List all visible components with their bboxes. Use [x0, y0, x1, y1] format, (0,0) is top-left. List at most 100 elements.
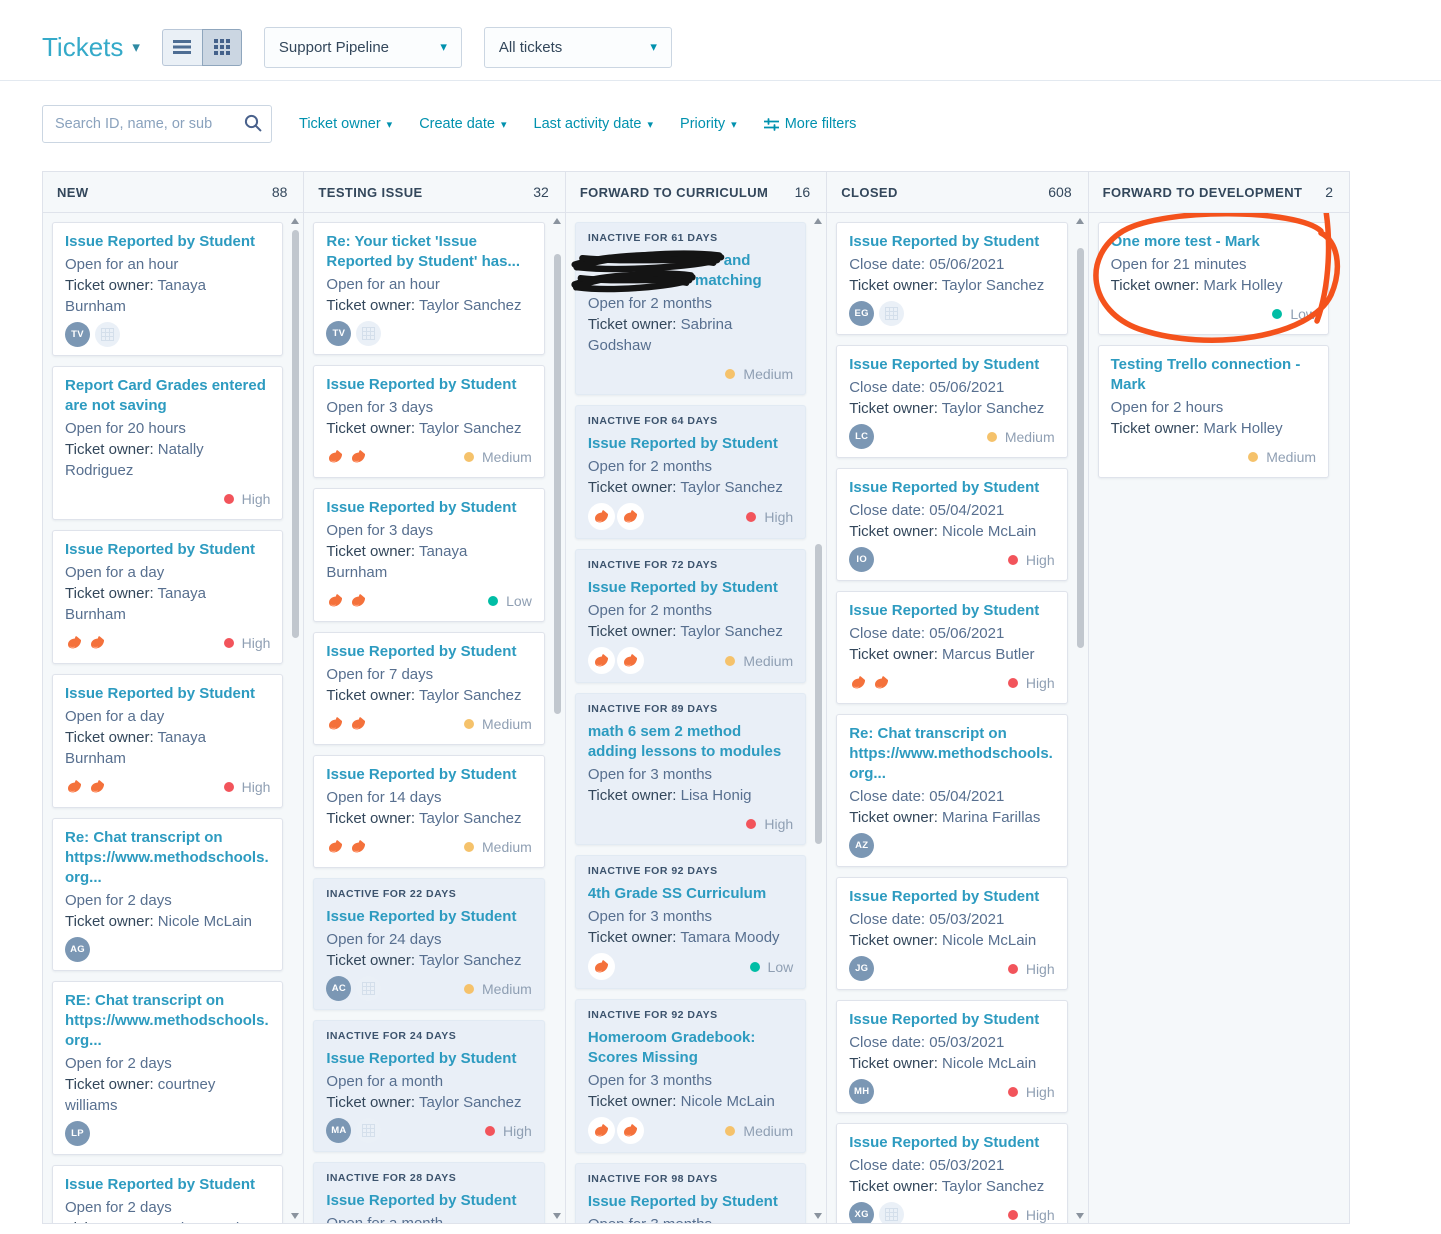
ticket-card[interactable]: Re: Your ticket 'Issue Reported by Stude…	[313, 222, 544, 355]
ticket-card[interactable]: INACTIVE FOR 61 DAYS and matchingOpen fo…	[575, 222, 806, 395]
ticket-title-link[interactable]: Issue Reported by Student	[65, 540, 270, 560]
ticket-title-link[interactable]: Issue Reported by Student	[849, 478, 1054, 498]
ticket-card[interactable]: Issue Reported by StudentOpen for 14 day…	[313, 755, 544, 868]
ticket-title-link[interactable]: math 6 sem 2 method adding lessons to mo…	[588, 722, 793, 762]
column-scrollbar[interactable]	[289, 214, 302, 1223]
avatar[interactable]: JG	[849, 956, 874, 981]
ticket-card[interactable]: Issue Reported by StudentClose date: 05/…	[836, 1000, 1067, 1113]
ticket-card[interactable]: Issue Reported by StudentOpen for 7 days…	[313, 632, 544, 745]
ticket-title-link[interactable]: Re: Chat transcript on https://www.metho…	[849, 724, 1054, 784]
avatar[interactable]: LC	[849, 424, 874, 449]
ticket-title-link[interactable]: Issue Reported by Student	[326, 375, 531, 395]
avatar[interactable]: TV	[65, 322, 90, 347]
scroll-down-arrow[interactable]	[553, 1213, 561, 1219]
avatar[interactable]: XG	[849, 1202, 874, 1223]
ticket-title-link[interactable]: Homeroom Gradebook: Scores Missing	[588, 1028, 793, 1068]
ticket-title-link[interactable]: Issue Reported by Student	[326, 907, 531, 927]
ticket-title-link[interactable]: Issue Reported by Student	[326, 642, 531, 662]
ticket-title-link[interactable]: Issue Reported by Student	[588, 434, 793, 454]
scroll-down-arrow[interactable]	[1076, 1213, 1084, 1219]
scrollbar-thumb[interactable]	[815, 544, 822, 844]
ticket-card[interactable]: INACTIVE FOR 28 DAYSIssue Reported by St…	[313, 1162, 544, 1223]
column-scrollbar[interactable]	[1074, 214, 1087, 1223]
ticket-title-link[interactable]: Issue Reported by Student	[326, 498, 531, 518]
ticket-title-link[interactable]: Issue Reported by Student	[849, 355, 1054, 375]
avatar[interactable]: AC	[326, 976, 351, 1001]
ticket-card[interactable]: Issue Reported by StudentOpen for 2 days…	[52, 1165, 283, 1223]
scroll-down-arrow[interactable]	[814, 1213, 822, 1219]
scrollbar-thumb[interactable]	[292, 230, 299, 638]
column-scrollbar[interactable]	[551, 214, 564, 1223]
ticket-card[interactable]: Testing Trello connection - MarkOpen for…	[1098, 345, 1329, 478]
ticket-card[interactable]: INACTIVE FOR 92 DAYS4th Grade SS Curricu…	[575, 855, 806, 989]
search-icon[interactable]	[244, 114, 262, 132]
ticket-title-link[interactable]: Issue Reported by Student	[849, 1010, 1054, 1030]
column-scrollbar[interactable]	[812, 214, 825, 1223]
ticket-card[interactable]: INACTIVE FOR 89 DAYSmath 6 sem 2 method …	[575, 693, 806, 845]
ticket-view-select[interactable]: All tickets ▾	[484, 27, 672, 68]
ticket-card[interactable]: INACTIVE FOR 92 DAYSHomeroom Gradebook: …	[575, 999, 806, 1153]
filter-priority[interactable]: Priority▾	[680, 116, 737, 132]
board-view-button[interactable]	[202, 29, 242, 66]
avatar[interactable]: EG	[849, 301, 874, 326]
scroll-up-arrow[interactable]	[814, 218, 822, 224]
avatar[interactable]: AG	[65, 937, 90, 962]
ticket-card[interactable]: INACTIVE FOR 72 DAYSIssue Reported by St…	[575, 549, 806, 683]
ticket-card[interactable]: Issue Reported by StudentOpen for an hou…	[52, 222, 283, 356]
avatar[interactable]: TV	[326, 321, 351, 346]
ticket-card[interactable]: One more test - MarkOpen for 21 minutesT…	[1098, 222, 1329, 335]
ticket-card[interactable]: INACTIVE FOR 98 DAYSIssue Reported by St…	[575, 1163, 806, 1223]
ticket-title-link[interactable]: Re: Chat transcript on https://www.metho…	[65, 828, 270, 888]
ticket-card[interactable]: Issue Reported by StudentOpen for a dayT…	[52, 674, 283, 808]
ticket-title-link[interactable]: and matching	[588, 251, 793, 291]
ticket-card[interactable]: Re: Chat transcript on https://www.metho…	[836, 714, 1067, 867]
ticket-card[interactable]: Issue Reported by StudentClose date: 05/…	[836, 877, 1067, 990]
scroll-up-arrow[interactable]	[1076, 218, 1084, 224]
ticket-title-link[interactable]: Issue Reported by Student	[849, 1133, 1054, 1153]
ticket-card[interactable]: Issue Reported by StudentClose date: 05/…	[836, 468, 1067, 581]
scroll-up-arrow[interactable]	[291, 218, 299, 224]
ticket-card[interactable]: Report Card Grades entered are not savin…	[52, 366, 283, 520]
ticket-title-link[interactable]: Issue Reported by Student	[65, 684, 270, 704]
ticket-card[interactable]: INACTIVE FOR 22 DAYSIssue Reported by St…	[313, 878, 544, 1010]
filter-ticket-owner[interactable]: Ticket owner▾	[299, 116, 392, 132]
ticket-title-link[interactable]: Issue Reported by Student	[849, 232, 1054, 252]
ticket-card[interactable]: INACTIVE FOR 64 DAYSIssue Reported by St…	[575, 405, 806, 539]
avatar[interactable]: IO	[849, 547, 874, 572]
search-input[interactable]	[42, 105, 272, 143]
scrollbar-thumb[interactable]	[1077, 248, 1084, 648]
tickets-title-dropdown[interactable]: Tickets ▾	[42, 32, 140, 63]
ticket-card[interactable]: RE: Chat transcript on https://www.metho…	[52, 981, 283, 1155]
ticket-title-link[interactable]: Issue Reported by Student	[588, 578, 793, 598]
ticket-card[interactable]: Re: Chat transcript on https://www.metho…	[52, 818, 283, 971]
ticket-card[interactable]: Issue Reported by StudentClose date: 05/…	[836, 345, 1067, 458]
ticket-title-link[interactable]: Issue Reported by Student	[588, 1192, 793, 1212]
ticket-card[interactable]: Issue Reported by StudentClose date: 05/…	[836, 222, 1067, 335]
ticket-card[interactable]: Issue Reported by StudentOpen for 3 days…	[313, 488, 544, 622]
ticket-title-link[interactable]: One more test - Mark	[1111, 232, 1316, 252]
filter-last-activity-date[interactable]: Last activity date▾	[534, 116, 654, 132]
ticket-title-link[interactable]: Testing Trello connection - Mark	[1111, 355, 1316, 395]
ticket-title-link[interactable]: Issue Reported by Student	[326, 1049, 531, 1069]
avatar[interactable]: LP	[65, 1121, 90, 1146]
ticket-card[interactable]: INACTIVE FOR 24 DAYSIssue Reported by St…	[313, 1020, 544, 1152]
ticket-card[interactable]: Issue Reported by StudentClose date: 05/…	[836, 1123, 1067, 1223]
scrollbar-thumb[interactable]	[554, 254, 561, 714]
avatar[interactable]: AZ	[849, 833, 874, 858]
ticket-card[interactable]: Issue Reported by StudentOpen for a dayT…	[52, 530, 283, 664]
ticket-title-link[interactable]: Issue Reported by Student	[326, 765, 531, 785]
avatar[interactable]: MH	[849, 1079, 874, 1104]
scroll-up-arrow[interactable]	[553, 218, 561, 224]
ticket-title-link[interactable]: Issue Reported by Student	[849, 887, 1054, 907]
pipeline-select[interactable]: Support Pipeline ▾	[264, 27, 462, 68]
scroll-down-arrow[interactable]	[291, 1213, 299, 1219]
ticket-title-link[interactable]: Re: Your ticket 'Issue Reported by Stude…	[326, 232, 531, 272]
more-filters-button[interactable]: More filters	[764, 116, 857, 132]
ticket-card[interactable]: Issue Reported by StudentOpen for 3 days…	[313, 365, 544, 478]
ticket-title-link[interactable]: RE: Chat transcript on https://www.metho…	[65, 991, 270, 1051]
ticket-title-link[interactable]: Issue Reported by Student	[65, 232, 270, 252]
ticket-title-link[interactable]: Issue Reported by Student	[326, 1191, 531, 1211]
avatar[interactable]: MA	[326, 1118, 351, 1143]
ticket-title-link[interactable]: 4th Grade SS Curriculum	[588, 884, 793, 904]
ticket-card[interactable]: Issue Reported by StudentClose date: 05/…	[836, 591, 1067, 704]
